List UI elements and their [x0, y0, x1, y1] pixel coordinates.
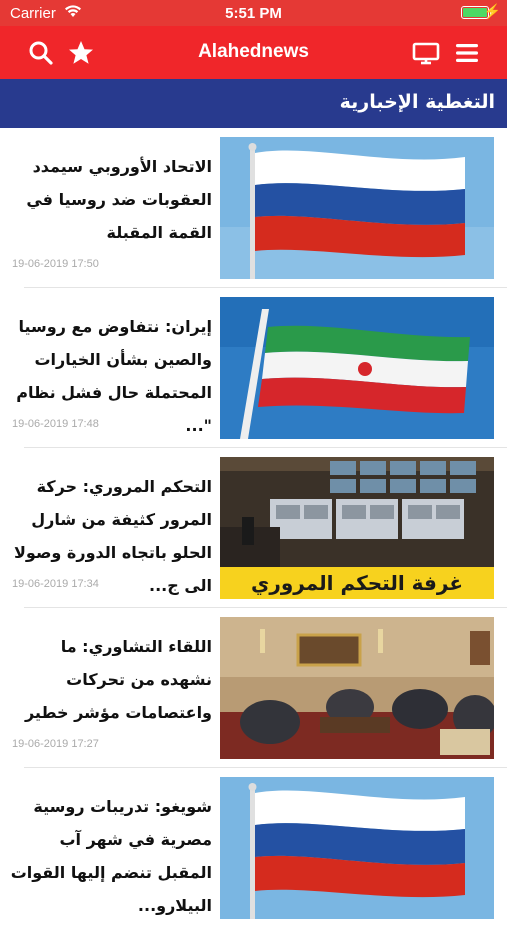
- news-item[interactable]: اللقاء التشاوري: ما نشهده من تحركات واعت…: [0, 608, 507, 768]
- section-title: التغطية الإخبارية: [339, 91, 495, 113]
- news-item[interactable]: الاتحاد الأوروبي سيمدد العقوبات ضد روسيا…: [0, 128, 507, 288]
- menu-icon[interactable]: [452, 38, 482, 68]
- article-image-iran-flag: [220, 297, 494, 439]
- news-item[interactable]: إيران: نتفاوض مع روسيا والصين بشأن الخيا…: [0, 288, 507, 448]
- article-headline: اللقاء التشاوري: ما نشهده من تحركات واعت…: [24, 637, 212, 722]
- status-time: 5:51 PM: [225, 5, 282, 22]
- article-date: 19-06-2019 17:34: [12, 578, 99, 590]
- article-date: 19-06-2019 17:48: [12, 418, 99, 430]
- article-date: 19-06-2019 17:50: [12, 258, 99, 270]
- article-headline: الاتحاد الأوروبي سيمدد العقوبات ضد روسيا…: [26, 157, 212, 242]
- nav-bar: Alahednews: [0, 26, 507, 79]
- image-caption: غرفة التحكم المروري: [251, 571, 463, 596]
- news-item[interactable]: غرفة التحكم المروري التحكم المروري: حركة…: [0, 448, 507, 608]
- article-date: 19-06-2019 17:27: [12, 738, 99, 750]
- tv-icon[interactable]: [411, 38, 441, 68]
- charging-icon: ⚡: [483, 3, 501, 19]
- news-item[interactable]: شويغو: تدريبات روسية مصرية في شهر آب الم…: [0, 768, 507, 928]
- article-image-russia-flag: [220, 137, 494, 279]
- article-image-traffic-control-room: غرفة التحكم المروري: [220, 457, 494, 599]
- section-header: التغطية الإخبارية: [0, 79, 507, 128]
- article-headline: شويغو: تدريبات روسية مصرية في شهر آب الم…: [10, 797, 212, 915]
- article-image-russia-flag: [220, 777, 494, 919]
- status-bar: Carrier 5:51 PM ⚡: [0, 0, 507, 26]
- article-image-meeting-room: [220, 617, 494, 759]
